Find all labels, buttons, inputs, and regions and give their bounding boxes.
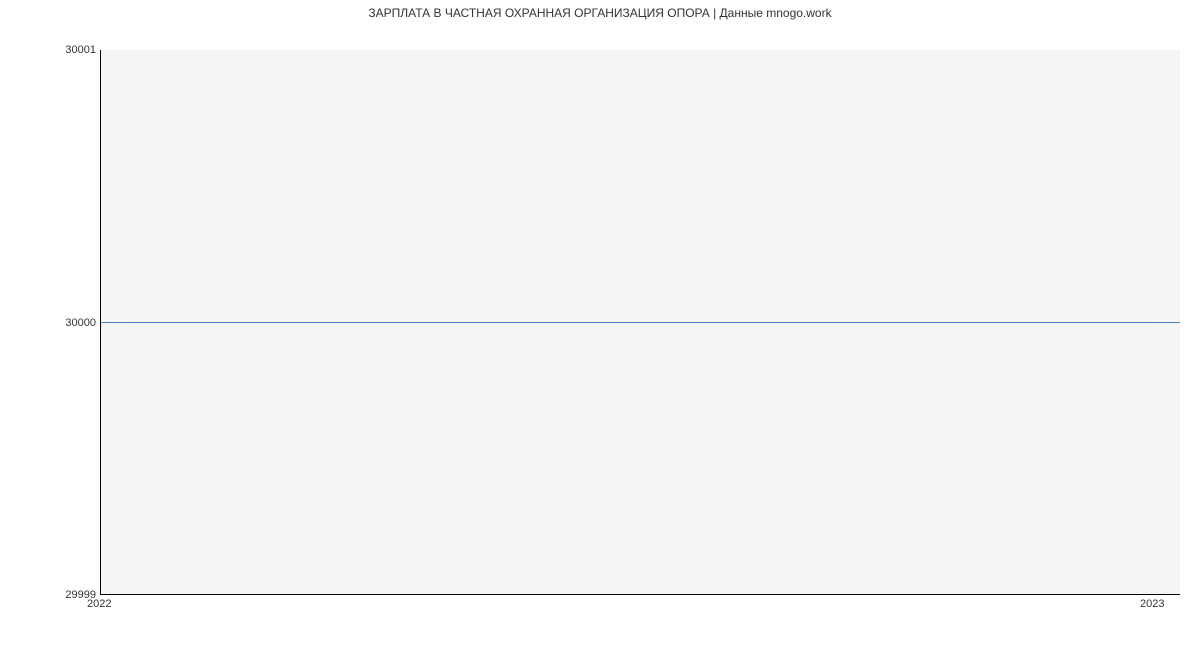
data-line bbox=[101, 322, 1180, 323]
y-tick-top: 30001 bbox=[36, 44, 96, 56]
x-tick-left: 2022 bbox=[87, 598, 111, 610]
x-tick-right: 2023 bbox=[1140, 598, 1164, 610]
chart-title: ЗАРПЛАТА В ЧАСТНАЯ ОХРАННАЯ ОРГАНИЗАЦИЯ … bbox=[0, 6, 1200, 20]
plot-area bbox=[100, 50, 1180, 595]
y-tick-mid: 30000 bbox=[36, 317, 96, 329]
